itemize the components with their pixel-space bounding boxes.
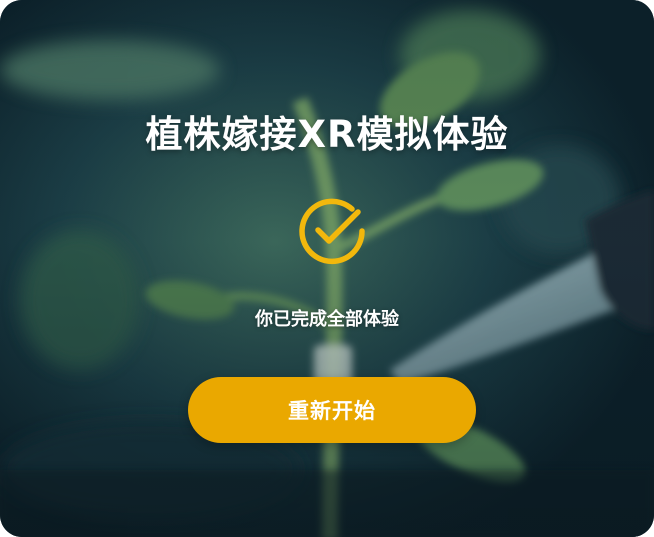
dialog-title: 植株嫁接XR模拟体验 <box>145 113 509 156</box>
completion-dialog: 植株嫁接XR模拟体验 你已完成全部体验 重新开始 <box>0 0 654 537</box>
background-dim-overlay <box>0 0 654 537</box>
check-circle-icon <box>299 198 365 265</box>
completion-message: 你已完成全部体验 <box>255 309 399 330</box>
restart-button[interactable]: 重新开始 <box>188 377 476 443</box>
